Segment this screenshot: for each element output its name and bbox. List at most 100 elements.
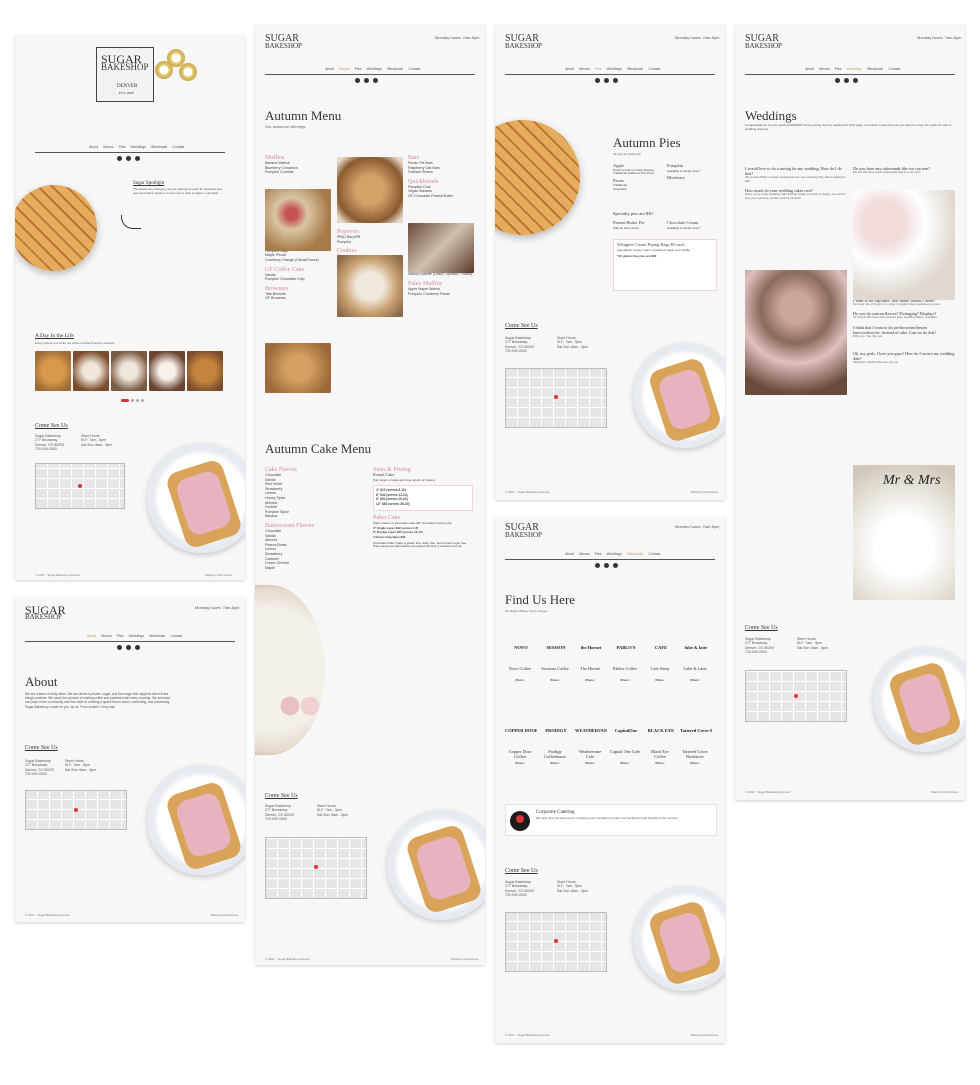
partner-name[interactable]: Lube & Latte <box>680 666 710 671</box>
nav-wholesale[interactable]: Wholesale <box>387 67 403 71</box>
instagram-icon[interactable] <box>126 645 131 650</box>
nav-contact[interactable]: Contact <box>648 67 660 71</box>
come-see-us-title[interactable]: Come See Us <box>745 625 778 631</box>
partner-logo[interactable]: SESSION <box>540 640 572 656</box>
partner-logo[interactable]: WEATHERVANE <box>575 723 607 739</box>
logo[interactable]: SUGAR BAKESHOP <box>25 604 66 621</box>
nav-about[interactable]: About <box>565 552 574 556</box>
nav-pies[interactable]: Pies <box>117 634 124 638</box>
partner-name[interactable]: Cafe Steep <box>645 666 675 671</box>
partner-logo[interactable]: PRODIGY <box>540 723 572 739</box>
instagram-icon[interactable] <box>364 78 369 83</box>
partner-logo[interactable]: CapitalOne <box>610 723 642 739</box>
partner-logo[interactable]: COPPER DOOR <box>505 723 537 739</box>
footer-credit[interactable]: Made by Red Frame <box>931 790 958 794</box>
nav-pies[interactable]: Pies <box>355 67 362 71</box>
nav-pies[interactable]: Pies <box>595 552 602 556</box>
partner-logo[interactable]: CAFE <box>645 640 677 656</box>
partner-name[interactable]: Tattered Cover Bookstore <box>680 749 710 759</box>
nav-about[interactable]: About <box>87 634 96 638</box>
twitter-icon[interactable] <box>135 645 140 650</box>
partner-name[interactable]: Pablos Coffee <box>610 666 640 671</box>
nav-menus[interactable]: Menus <box>103 145 114 149</box>
partner-logo[interactable]: lube & latte <box>680 640 712 656</box>
footer-credit[interactable]: Made by Red Frame <box>691 490 718 494</box>
partner-logo[interactable]: NOVO <box>505 640 537 656</box>
location-map[interactable] <box>505 368 607 428</box>
partner-name[interactable]: Sessions Coffee <box>540 666 570 671</box>
gallery-photo[interactable] <box>149 351 185 391</box>
nav-weddings[interactable]: Weddings <box>606 67 622 71</box>
partner-name[interactable]: Weathervane Cafe <box>575 749 605 759</box>
partner-name[interactable]: Black Eye Coffee <box>645 749 675 759</box>
gallery-photo[interactable] <box>187 351 223 391</box>
partner-name[interactable]: Novo Coffee <box>505 666 535 671</box>
nav-weddings[interactable]: Weddings <box>846 67 862 71</box>
partner-name[interactable]: The Hornet <box>575 666 605 671</box>
nav-menus[interactable]: Menus <box>819 67 830 71</box>
nav-weddings[interactable]: Weddings <box>128 634 144 638</box>
facebook-icon[interactable] <box>835 78 840 83</box>
facebook-icon[interactable] <box>117 645 122 650</box>
location-map[interactable] <box>265 837 367 899</box>
logo[interactable]: SUGAR BAKESHOP <box>505 523 542 538</box>
nav-about[interactable]: About <box>565 67 574 71</box>
facebook-icon[interactable] <box>595 563 600 568</box>
nav-pies[interactable]: Pies <box>119 145 126 149</box>
nav-weddings[interactable]: Weddings <box>130 145 146 149</box>
partner-logo[interactable]: the Hornet <box>575 640 607 656</box>
location-map[interactable] <box>505 912 607 972</box>
gallery-photo[interactable] <box>35 351 71 391</box>
come-see-us-title[interactable]: Come See Us <box>25 745 58 751</box>
nav-pies[interactable]: Pies <box>835 67 842 71</box>
nav-wholesale[interactable]: Wholesale <box>627 67 643 71</box>
partner-logo[interactable]: Tattered Cover Book Store <box>680 723 712 739</box>
partner-name[interactable]: Capital One Cafe <box>610 749 640 754</box>
facebook-icon[interactable] <box>117 156 122 161</box>
nav-pies[interactable]: Pies <box>595 67 602 71</box>
gallery-dots[interactable] <box>121 399 144 402</box>
facebook-icon[interactable] <box>355 78 360 83</box>
twitter-icon[interactable] <box>613 78 618 83</box>
location-map[interactable] <box>35 463 125 509</box>
gallery-photo[interactable] <box>111 351 147 391</box>
partner-name[interactable]: Copper Door Coffee <box>505 749 535 759</box>
nav-about[interactable]: About <box>805 67 814 71</box>
footer-credit[interactable]: Made by Red Frame <box>211 913 238 917</box>
nav-about[interactable]: About <box>325 67 334 71</box>
partner-logo[interactable]: PABLO'S <box>610 640 642 656</box>
nav-contact[interactable]: Contact <box>648 552 660 556</box>
footer-credit[interactable]: Made by Red Frame <box>205 573 232 577</box>
twitter-icon[interactable] <box>853 78 858 83</box>
nav-contact[interactable]: Contact <box>888 67 900 71</box>
twitter-icon[interactable] <box>613 563 618 568</box>
nav-contact[interactable]: Contact <box>170 634 182 638</box>
nav-contact[interactable]: Contact <box>172 145 184 149</box>
instagram-icon[interactable] <box>604 563 609 568</box>
come-see-us-title[interactable]: Come See Us <box>265 793 298 799</box>
logo[interactable]: SUGAR BAKESHOP <box>745 34 782 49</box>
partner-logo[interactable]: BLACK EYE <box>645 723 677 739</box>
spotlight-title[interactable]: Sugar Spotlight <box>133 181 164 186</box>
come-see-us-title[interactable]: Come See Us <box>505 868 538 874</box>
come-see-us-title[interactable]: Come See Us <box>505 323 538 329</box>
nav-menus[interactable]: Menus <box>579 552 590 556</box>
come-see-us-title[interactable]: Come See Us <box>35 423 68 429</box>
partner-name[interactable]: Prodigy Coffeehouse <box>540 749 570 759</box>
logo[interactable]: SUGAR BAKESHOP <box>265 34 302 49</box>
twitter-icon[interactable] <box>135 156 140 161</box>
location-map[interactable] <box>25 790 127 830</box>
instagram-icon[interactable] <box>604 78 609 83</box>
nav-wholesale[interactable]: Wholesale <box>867 67 883 71</box>
location-map[interactable] <box>745 670 847 722</box>
twitter-icon[interactable] <box>373 78 378 83</box>
logo[interactable]: SUGAR BAKESHOP <box>505 34 542 49</box>
nav-wholesale[interactable]: Wholesale <box>151 145 167 149</box>
footer-credit[interactable]: Made by Red Frame <box>451 957 478 961</box>
nav-about[interactable]: About <box>89 145 98 149</box>
nav-contact[interactable]: Contact <box>408 67 420 71</box>
instagram-icon[interactable] <box>844 78 849 83</box>
footer-credit[interactable]: Made by Red Frame <box>691 1033 718 1037</box>
nav-menus[interactable]: Menus <box>101 634 112 638</box>
nav-weddings[interactable]: Weddings <box>366 67 382 71</box>
